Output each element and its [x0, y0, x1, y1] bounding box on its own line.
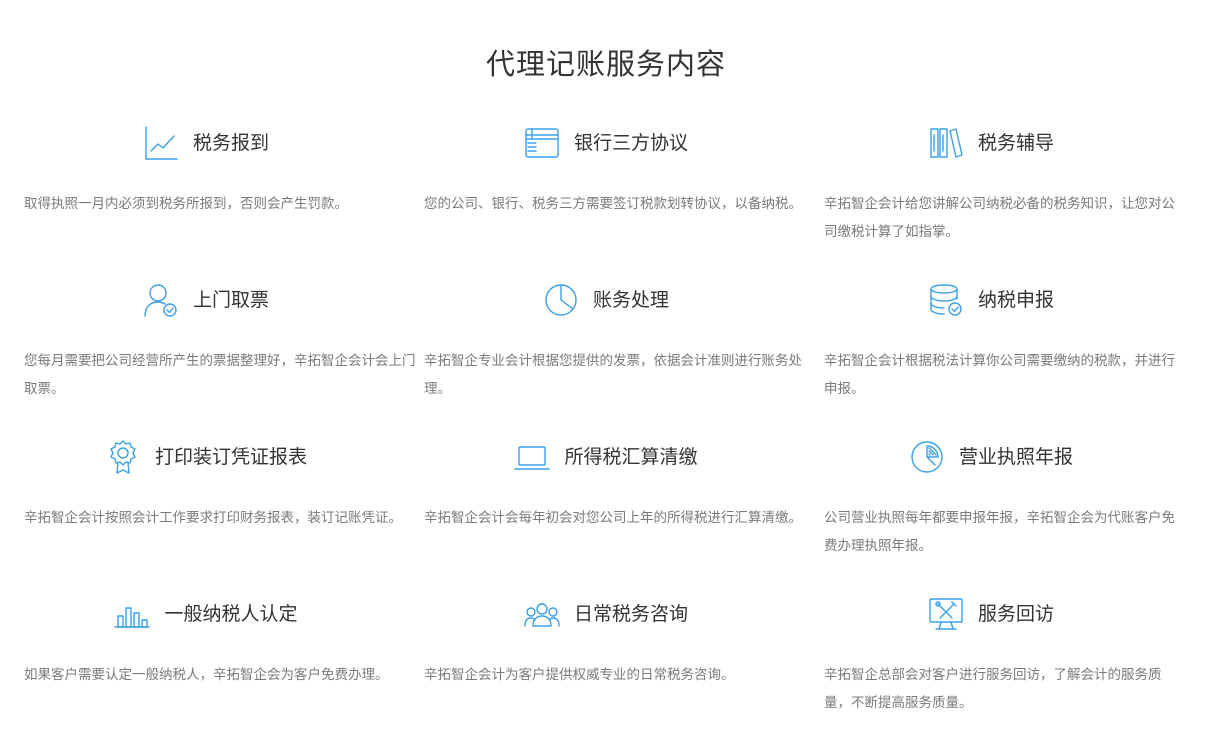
service-title: 上门取票 [192, 289, 269, 311]
service-card-invoice-pickup: 上门取票 您每月需要把公司经营所产生的票据整理好，辛拓智企会计会上门取票。 [24, 275, 424, 432]
service-card-header: 营业执照年报 [824, 432, 1194, 482]
service-description: 公司营业执照每年都要申报年报，辛拓智企会为代账客户免费办理执照年报。 [824, 510, 1175, 554]
award-badge-icon [105, 439, 141, 475]
page-title: 代理记账服务内容 [485, 47, 726, 81]
service-card-header: 上门取票 [24, 275, 424, 325]
service-description: 您每月需要把公司经营所产生的票据整理好，辛拓智企会计会上门取票。 [24, 353, 416, 397]
service-title: 一般纳税人认定 [164, 603, 298, 625]
service-description: 辛拓智企专业会计根据您提供的发票，依据会计准则进行账务处理。 [424, 353, 802, 397]
service-title: 所得税汇算清缴 [564, 446, 698, 468]
service-title: 银行三方协议 [573, 132, 688, 154]
service-card-general-taxpayer: 一般纳税人认定 如果客户需要认定一般纳税人，辛拓智企会为客户免费办理。 [24, 589, 424, 746]
line-chart-icon [143, 125, 179, 161]
service-card-follow-up: 服务回访 辛拓智企总部会对客户进行服务回访，了解会计的服务质量，不断提高服务质量… [824, 589, 1194, 746]
service-title: 税务报到 [192, 132, 269, 154]
service-card-tax-consulting: 日常税务咨询 辛拓智企会计为客户提供权威专业的日常税务咨询。 [424, 589, 824, 746]
pie-slice-icon [909, 439, 945, 475]
service-description: 辛拓智企会计按照会计工作要求打印财务报表，装订记账凭证。 [24, 510, 402, 526]
service-card-header: 账务处理 [424, 275, 824, 325]
monitor-tools-icon [928, 596, 964, 632]
service-card-header: 所得税汇算清缴 [424, 432, 824, 482]
pie-chart-icon [543, 282, 579, 318]
service-description: 辛拓智企总部会对客户进行服务回访，了解会计的服务质量，不断提高服务质量。 [824, 667, 1162, 711]
database-check-icon [928, 282, 964, 318]
service-card-bank-agreement: 银行三方协议 您的公司、银行、税务三方需要签订税款划转协议，以备纳税。 [424, 118, 824, 275]
service-description: 取得执照一月内必须到税务所报到，否则会产生罚款。 [24, 196, 348, 212]
service-card-header: 服务回访 [824, 589, 1194, 639]
service-title: 营业执照年报 [958, 446, 1073, 468]
service-card-header: 打印装订凭证报表 [24, 432, 424, 482]
service-card-tax-registration: 税务报到 取得执照一月内必须到税务所报到，否则会产生罚款。 [24, 118, 424, 275]
service-card-tax-guidance: 税务辅导 辛拓智企会计给您讲解公司纳税必备的税务知识，让您对公司缴税计算了如指掌… [824, 118, 1194, 275]
service-title: 日常税务咨询 [573, 603, 688, 625]
service-title: 税务辅导 [977, 132, 1054, 154]
service-card-income-tax-settlement: 所得税汇算清缴 辛拓智企会计会每年初会对您公司上年的所得税进行汇算清缴。 [424, 432, 824, 589]
browser-window-icon [524, 125, 560, 161]
service-card-print-binding: 打印装订凭证报表 辛拓智企会计按照会计工作要求打印财务报表，装订记账凭证。 [24, 432, 424, 589]
bar-chart-icon [114, 596, 151, 632]
service-card-header: 税务辅导 [824, 118, 1194, 168]
service-card-header: 日常税务咨询 [424, 589, 824, 639]
service-description: 辛拓智企会计会每年初会对您公司上年的所得税进行汇算清缴。 [424, 510, 802, 526]
service-card-annual-report: 营业执照年报 公司营业执照每年都要申报年报，辛拓智企会为代账客户免费办理执照年报… [824, 432, 1194, 589]
service-card-header: 一般纳税人认定 [24, 589, 424, 639]
service-card-bookkeeping: 账务处理 辛拓智企专业会计根据您提供的发票，依据会计准则进行账务处理。 [424, 275, 824, 432]
service-title: 账务处理 [592, 289, 669, 311]
service-description: 辛拓智企会计为客户提供权威专业的日常税务咨询。 [424, 667, 735, 683]
service-title: 打印装订凭证报表 [154, 446, 307, 468]
laptop-icon [514, 439, 551, 475]
group-users-icon [524, 596, 560, 632]
service-card-tax-filing: 纳税申报 辛拓智企会计根据税法计算你公司需要缴纳的税款，并进行申报。 [824, 275, 1194, 432]
service-description: 辛拓智企会计给您讲解公司纳税必备的税务知识，让您对公司缴税计算了如指掌。 [824, 196, 1175, 240]
service-card-header: 纳税申报 [824, 275, 1194, 325]
user-check-icon [143, 282, 179, 318]
service-description: 您的公司、银行、税务三方需要签订税款划转协议，以备纳税。 [424, 196, 802, 212]
service-title: 纳税申报 [977, 289, 1054, 311]
service-title: 服务回访 [977, 603, 1054, 625]
books-icon [928, 125, 964, 161]
service-description: 辛拓智企会计根据税法计算你公司需要缴纳的税款，并进行申报。 [824, 353, 1175, 397]
service-description: 如果客户需要认定一般纳税人，辛拓智企会为客户免费办理。 [24, 667, 389, 683]
service-card-header: 银行三方协议 [424, 118, 824, 168]
service-card-header: 税务报到 [24, 118, 424, 168]
services-grid: 税务报到 取得执照一月内必须到税务所报到，否则会产生罚款。 银行三方协议 您的公… [24, 118, 1194, 746]
